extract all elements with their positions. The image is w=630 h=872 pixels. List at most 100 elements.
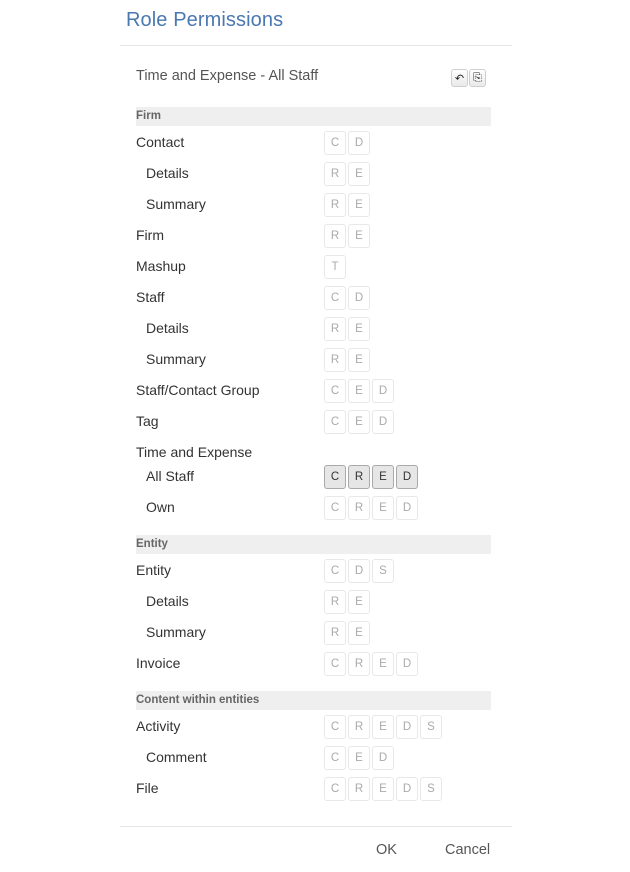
section-header: Content within entities — [136, 691, 491, 710]
permission-toggle-c[interactable]: C — [324, 131, 346, 155]
permission-toggle-r[interactable]: R — [348, 652, 370, 676]
permission-toggle-r[interactable]: R — [324, 348, 346, 372]
permission-label: All Staff — [146, 468, 194, 484]
permission-toggles: RE — [324, 193, 370, 217]
permission-toggle-e[interactable]: E — [372, 465, 394, 489]
permission-toggle-d[interactable]: D — [348, 131, 370, 155]
copy-icon[interactable]: ⎘ — [469, 69, 486, 87]
permission-toggle-s[interactable]: S — [372, 559, 394, 583]
permission-row: Summary R E — [136, 621, 491, 645]
permission-toggles: RE — [324, 162, 370, 186]
permission-toggles: CRED — [324, 465, 418, 489]
permission-toggle-r[interactable]: R — [324, 621, 346, 645]
permission-toggle-e[interactable]: E — [348, 379, 370, 403]
permission-toggle-d[interactable]: D — [372, 379, 394, 403]
permission-toggle-e[interactable]: E — [348, 224, 370, 248]
permission-toggle-d[interactable]: D — [348, 286, 370, 310]
permission-label: Tag — [136, 413, 159, 429]
permission-toggle-c[interactable]: C — [324, 286, 346, 310]
permission-label: Summary — [146, 624, 206, 640]
permission-toggle-c[interactable]: C — [324, 746, 346, 770]
permission-toggles: CRED — [324, 652, 418, 676]
permission-toggle-d[interactable]: D — [372, 410, 394, 434]
permission-toggle-c[interactable]: C — [324, 715, 346, 739]
permission-row: Comment C E D — [136, 746, 491, 770]
permission-toggles: CREDS — [324, 715, 442, 739]
permission-toggle-e[interactable]: E — [348, 590, 370, 614]
permission-toggle-c[interactable]: C — [324, 379, 346, 403]
ok-button[interactable]: OK — [376, 842, 397, 858]
permission-toggle-r[interactable]: R — [324, 162, 346, 186]
permission-toggle-e[interactable]: E — [372, 715, 394, 739]
permission-toggle-t[interactable]: T — [324, 255, 346, 279]
permission-toggle-d[interactable]: D — [372, 746, 394, 770]
section-header: Entity — [136, 535, 491, 554]
permission-label: Comment — [146, 749, 207, 765]
permission-toggle-c[interactable]: C — [324, 410, 346, 434]
permission-toggle-d[interactable]: D — [396, 652, 418, 676]
permission-toggle-d[interactable]: D — [396, 465, 418, 489]
permission-toggle-d[interactable]: D — [396, 777, 418, 801]
permission-toggle-e[interactable]: E — [348, 348, 370, 372]
permission-toggle-c[interactable]: C — [324, 496, 346, 520]
permission-toggle-c[interactable]: C — [324, 559, 346, 583]
permission-toggles: RE — [324, 317, 370, 341]
permission-toggle-e[interactable]: E — [348, 317, 370, 341]
permission-toggle-c[interactable]: C — [324, 465, 346, 489]
permission-toggle-e[interactable]: E — [348, 193, 370, 217]
permission-toggle-e[interactable]: E — [372, 496, 394, 520]
permission-row: Details R E — [136, 317, 491, 341]
permission-toggle-s[interactable]: S — [420, 715, 442, 739]
permission-row: Tag C E D — [136, 410, 491, 434]
permission-toggles: CREDS — [324, 777, 442, 801]
permission-toggle-r[interactable]: R — [324, 317, 346, 341]
permission-toggles: RE — [324, 621, 370, 645]
permission-toggle-c[interactable]: C — [324, 777, 346, 801]
permission-toggle-e[interactable]: E — [348, 162, 370, 186]
permission-toggle-d[interactable]: D — [396, 496, 418, 520]
permission-row: Contact C D — [136, 131, 491, 155]
permission-label: Activity — [136, 718, 181, 734]
permission-toggle-d[interactable]: D — [396, 715, 418, 739]
permission-toggles: CED — [324, 379, 394, 403]
dialog-title: Role Permissions — [126, 9, 284, 31]
permission-label: Contact — [136, 134, 185, 150]
permission-label: Entity — [136, 562, 172, 578]
cancel-button[interactable]: Cancel — [445, 842, 490, 858]
permission-row: Mashup T — [136, 255, 491, 279]
permission-toggles: CD — [324, 131, 370, 155]
permission-row: All Staff C R E D — [136, 465, 491, 489]
permission-row: Details R E — [136, 162, 491, 186]
permission-label: Own — [146, 499, 175, 515]
permission-label: Details — [146, 593, 189, 609]
permission-toggles: RE — [324, 348, 370, 372]
permission-label: Time and Expense — [136, 444, 253, 460]
permission-toggle-e[interactable]: E — [348, 410, 370, 434]
permission-label: Staff — [136, 289, 165, 305]
permission-toggle-r[interactable]: R — [324, 224, 346, 248]
permission-toggle-e[interactable]: E — [372, 652, 394, 676]
permission-toggle-r[interactable]: R — [348, 777, 370, 801]
permission-toggle-r[interactable]: R — [324, 193, 346, 217]
permission-toggle-c[interactable]: C — [324, 652, 346, 676]
permission-toggles: RE — [324, 590, 370, 614]
toolbar: ↶ ⎘ — [451, 69, 486, 87]
role-subtitle: Time and Expense - All Staff — [136, 68, 319, 84]
permission-toggle-r[interactable]: R — [348, 465, 370, 489]
permission-toggle-e[interactable]: E — [348, 746, 370, 770]
permission-toggle-s[interactable]: S — [420, 777, 442, 801]
footer-divider — [120, 826, 512, 827]
permission-toggle-r[interactable]: R — [324, 590, 346, 614]
permission-row: Summary R E — [136, 193, 491, 217]
permission-toggle-e[interactable]: E — [372, 777, 394, 801]
permission-toggle-e[interactable]: E — [348, 621, 370, 645]
permission-toggle-r[interactable]: R — [348, 496, 370, 520]
permission-toggles: CD — [324, 286, 370, 310]
permission-toggles: CED — [324, 746, 394, 770]
permission-row: Invoice C R E D — [136, 652, 491, 676]
undo-icon[interactable]: ↶ — [451, 69, 468, 87]
permission-label: Staff/Contact Group — [136, 382, 260, 398]
permission-toggle-d[interactable]: D — [348, 559, 370, 583]
permission-toggle-r[interactable]: R — [348, 715, 370, 739]
permission-row: Own C R E D — [136, 496, 491, 520]
